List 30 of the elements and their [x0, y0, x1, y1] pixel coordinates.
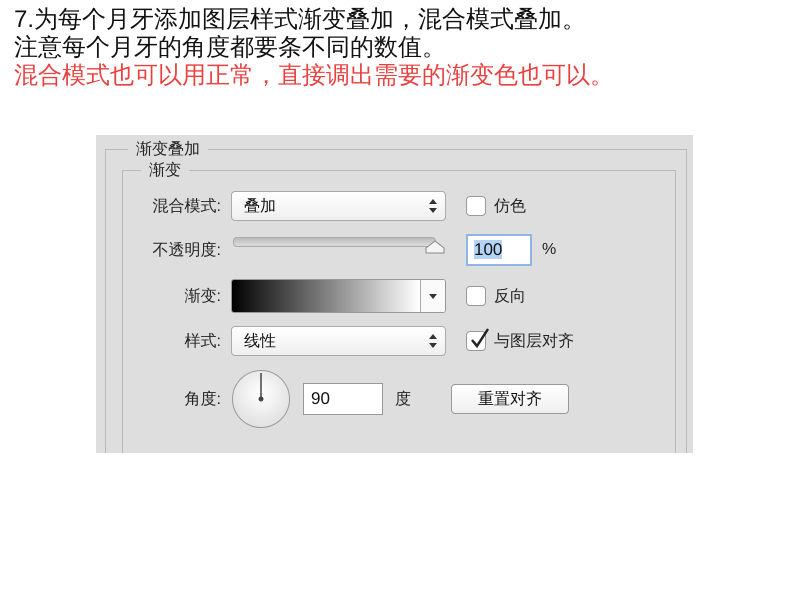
instruction-text: 7.为每个月牙添加图层样式渐变叠加，混合模式叠加。 [14, 6, 588, 34]
field-label: 渐变: [184, 286, 221, 306]
blend-mode-select[interactable]: 叠加 [231, 191, 446, 221]
instruction-text: 注意每个月牙的角度都要条不同的数值。 [14, 34, 447, 62]
field-label: 样式: [184, 332, 221, 352]
checkbox[interactable] [466, 196, 486, 216]
angle-field[interactable]: 90 [303, 383, 383, 415]
style-select[interactable]: 线性 [231, 326, 446, 356]
instruction-text: 混合模式也可以用正常，直接调出需要的渐变色也可以。 [14, 62, 615, 90]
checkbox[interactable] [466, 286, 486, 306]
field-label: 不透明度: [152, 240, 221, 260]
reset-align-button[interactable]: 重置对齐 [451, 384, 569, 414]
field-label: 角度: [184, 390, 221, 410]
checkbox-label: 反向 [494, 286, 526, 306]
opacity-field[interactable]: 100 [466, 234, 532, 266]
updown-arrows-icon [429, 334, 437, 348]
angle-dial[interactable] [231, 369, 291, 429]
unit-label: % [542, 241, 556, 259]
group-title: 渐变 [148, 160, 182, 181]
checkbox[interactable] [466, 331, 486, 351]
slider-thumb[interactable] [425, 240, 445, 254]
caret-icon [429, 294, 437, 298]
section-title: 渐变叠加 [135, 140, 201, 160]
checkbox-label: 与图层对齐 [494, 332, 574, 352]
unit-label: 度 [395, 390, 411, 410]
checkmark-icon [468, 327, 490, 351]
updown-arrows-icon [429, 199, 437, 213]
checkbox-label: 仿色 [494, 196, 526, 216]
gradient-picker[interactable] [231, 279, 446, 313]
field-label: 混合模式: [152, 196, 221, 216]
